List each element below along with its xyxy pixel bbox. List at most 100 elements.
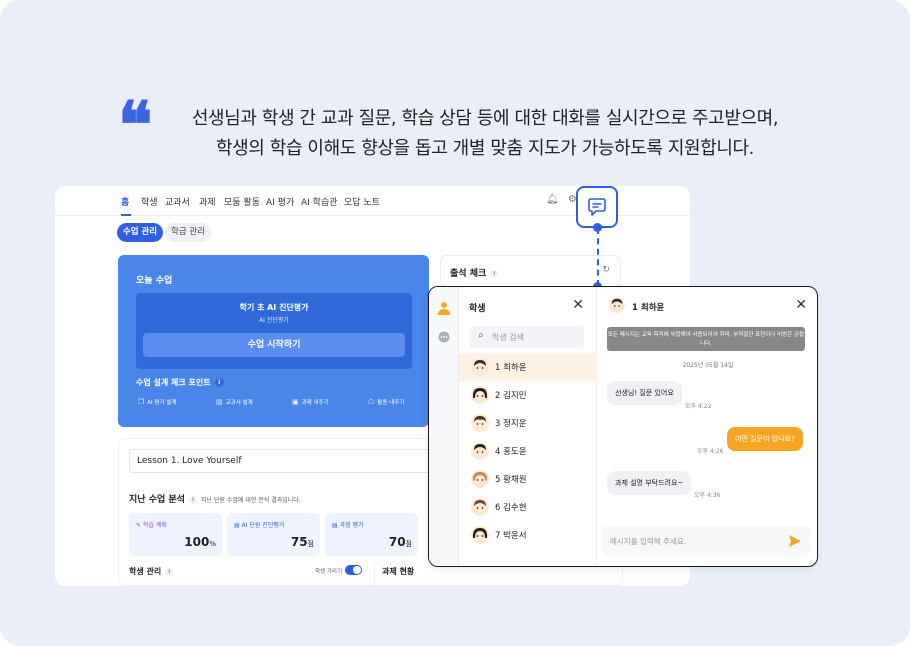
nav-item-ai-evaluation[interactable]: AI 평가 [266, 195, 294, 208]
card-value-number: 70 [388, 535, 406, 549]
card-label: ▤ 과정 평가 [332, 522, 364, 529]
student-item[interactable]: 4 홍도윤 [459, 437, 597, 465]
card-value-number: 75 [290, 535, 308, 549]
divider [374, 563, 375, 586]
student-name: 2 김지민 [495, 391, 527, 401]
message-time: 오후 4:26 [697, 448, 724, 455]
group-icon: ☖ [368, 398, 375, 406]
student-item[interactable]: 2 김지민 [459, 381, 597, 409]
student-item[interactable]: 5 황채원 [459, 465, 597, 493]
student-avatar-icon [471, 526, 489, 544]
conversation-panel: 1 최하윤 ✕ 모든 메시지는 교육 목적에 부합해야 사용되어야 하며, 부적… [597, 287, 817, 566]
info-icon[interactable]: i [188, 495, 197, 504]
nav-item-ai-learning[interactable]: AI 학습관 [301, 195, 338, 208]
message-bubble-student: 선생님! 질문 있어요 [607, 381, 682, 405]
refresh-icon[interactable]: ↻ [602, 265, 610, 275]
info-icon[interactable]: i [214, 378, 224, 387]
student-management-title-text: 학생 관리 [129, 567, 162, 576]
checkpoint-activity[interactable]: ☖ 활동 내주기 [368, 398, 404, 406]
checkpoint-label: 교과서 설계 [225, 400, 253, 406]
close-icon[interactable]: ✕ [572, 297, 584, 313]
message-bubble-student: 과제 설명 부탁드려요~ [607, 471, 692, 495]
student-name: 3 정지운 [495, 419, 527, 429]
info-icon[interactable]: i [165, 567, 174, 576]
student-avatar-icon [471, 414, 489, 432]
lesson-selector[interactable]: Lesson 1. Love Yourself [129, 449, 449, 473]
message-time: 오후 4:22 [685, 403, 712, 410]
checkpoint-textbook[interactable]: ▤ 교과서 설계 [216, 398, 253, 406]
nav-item-group-activity[interactable]: 모둠 활동 [224, 195, 260, 208]
chat-bubble-icon [588, 198, 606, 216]
message-input[interactable] [610, 533, 780, 549]
card-unit: % [209, 540, 216, 548]
student-item[interactable]: 6 김수현 [459, 493, 597, 521]
card-process-evaluation: ▤ 과정 평가 70점 [325, 513, 418, 556]
message-composer [602, 526, 810, 556]
info-icon[interactable]: i [490, 269, 499, 278]
card-learning-plan: ✎ 학습 계획 100% [129, 513, 222, 556]
nav-item-home[interactable]: 홈 [121, 195, 129, 208]
card-unit: 점 [405, 540, 412, 548]
student-list-title: 학생 [469, 304, 486, 314]
attendance-title: 출석 체크 i [450, 266, 499, 279]
chat-icon[interactable] [438, 331, 450, 343]
chat-window: 학생 ✕ ⌕ 1 최하윤 2 김지민 3 정지운 4 홍도윤 [428, 286, 818, 567]
student-name: 5 황채원 [495, 475, 527, 485]
student-avatar-icon [609, 297, 625, 313]
student-item[interactable]: 3 정지운 [459, 409, 597, 437]
start-class-button[interactable]: 수업 시작하기 [143, 333, 405, 357]
student-item[interactable]: 7 박윤서 [459, 521, 597, 549]
chat-notice: 모든 메시지는 교육 목적에 부합해야 사용되어야 하며, 부적절한 표현이나 … [607, 327, 805, 351]
analysis-title-text: 지난 수업 분석 [129, 495, 185, 505]
checkpoint-label: 활동 내주기 [377, 400, 405, 406]
user-icon[interactable] [438, 301, 450, 315]
headline-line-1: 선생님과 학생 간 교과 질문, 학습 상담 등에 대한 대화를 실시간으로 주… [191, 108, 779, 129]
nav-item-wrong-notes[interactable]: 오답 노트 [344, 195, 380, 208]
chat-button-highlight[interactable] [576, 186, 618, 228]
card-value: 75점 [291, 535, 314, 549]
hide-students-label: 학생 가리기 [315, 569, 343, 575]
message-bubble-teacher: 어떤 질문이 있나요? [727, 427, 803, 451]
class-title: 학기 초 AI 진단평가 [239, 303, 309, 312]
card-label-text: 과정 평가 [339, 522, 364, 529]
nav-item-students[interactable]: 학생 [141, 195, 158, 208]
send-icon[interactable] [788, 534, 802, 548]
student-item[interactable]: 1 최하윤 [459, 353, 597, 381]
checkpoint-ai-evaluation[interactable]: ❐ AI 평가 설계 [138, 398, 176, 406]
card-unit: 점 [307, 540, 314, 548]
close-icon[interactable]: ✕ [795, 297, 807, 313]
conversation-student-name: 1 최하윤 [632, 303, 665, 313]
nav-item-textbook[interactable]: 교과서 [165, 195, 190, 208]
today-class-panel: 오늘 수업 학기 초 AI 진단평가 AI 진단평가 수업 시작하기 수업 설계… [118, 255, 429, 427]
bell-icon[interactable]: 🔔︎ [546, 194, 559, 205]
date-separator: 2025년 05월 14일 [682, 362, 734, 369]
checkpoint-label: 과제 내주기 [301, 400, 329, 406]
card-label: ▤ AI 단원 진단평가 [234, 522, 285, 529]
today-class-card: 학기 초 AI 진단평가 AI 진단평가 수업 시작하기 [136, 293, 412, 369]
student-avatar-icon [471, 442, 489, 460]
tab-class-management[interactable]: 수업 관리 [117, 223, 163, 242]
student-avatar-icon [471, 386, 489, 404]
page-background: ❝ 선생님과 학생 간 교과 질문, 학습 상담 등에 대한 대화를 실시간으로… [0, 0, 910, 646]
student-list-panel: 학생 ✕ ⌕ 1 최하윤 2 김지민 3 정지운 4 홍도윤 [459, 287, 597, 566]
hide-students-toggle[interactable] [345, 565, 362, 575]
card-label-text: 학습 계획 [142, 522, 167, 529]
nav-item-assignments[interactable]: 과제 [199, 195, 216, 208]
student-name: 7 박윤서 [495, 531, 527, 541]
tab-grade-management[interactable]: 학급 관리 [165, 223, 211, 242]
analysis-title: 지난 수업 분석 i 지난 단원 수업에 대한 분석 결과입니다. [129, 492, 301, 505]
student-name: 6 김수현 [495, 503, 527, 513]
student-avatar-icon [471, 498, 489, 516]
checkpoint-assignment[interactable]: ▣ 과제 내주기 [292, 398, 329, 406]
copy-icon: ❐ [138, 398, 145, 406]
headline-line-2: 학생의 학습 이해도 향상을 돕고 개별 맞춤 지도가 가능하도록 지원합니다. [215, 138, 754, 159]
connector-line [597, 228, 599, 286]
active-nav-indicator [121, 214, 131, 216]
student-search-input[interactable] [492, 329, 578, 345]
today-class-title: 오늘 수업 [136, 276, 173, 286]
student-name: 1 최하윤 [495, 363, 527, 373]
class-subtitle: AI 진단평가 [259, 317, 289, 324]
student-search: ⌕ [470, 326, 584, 348]
task-status-title: 과제 현황 [382, 567, 415, 576]
clipboard-icon: ▣ [292, 398, 299, 406]
